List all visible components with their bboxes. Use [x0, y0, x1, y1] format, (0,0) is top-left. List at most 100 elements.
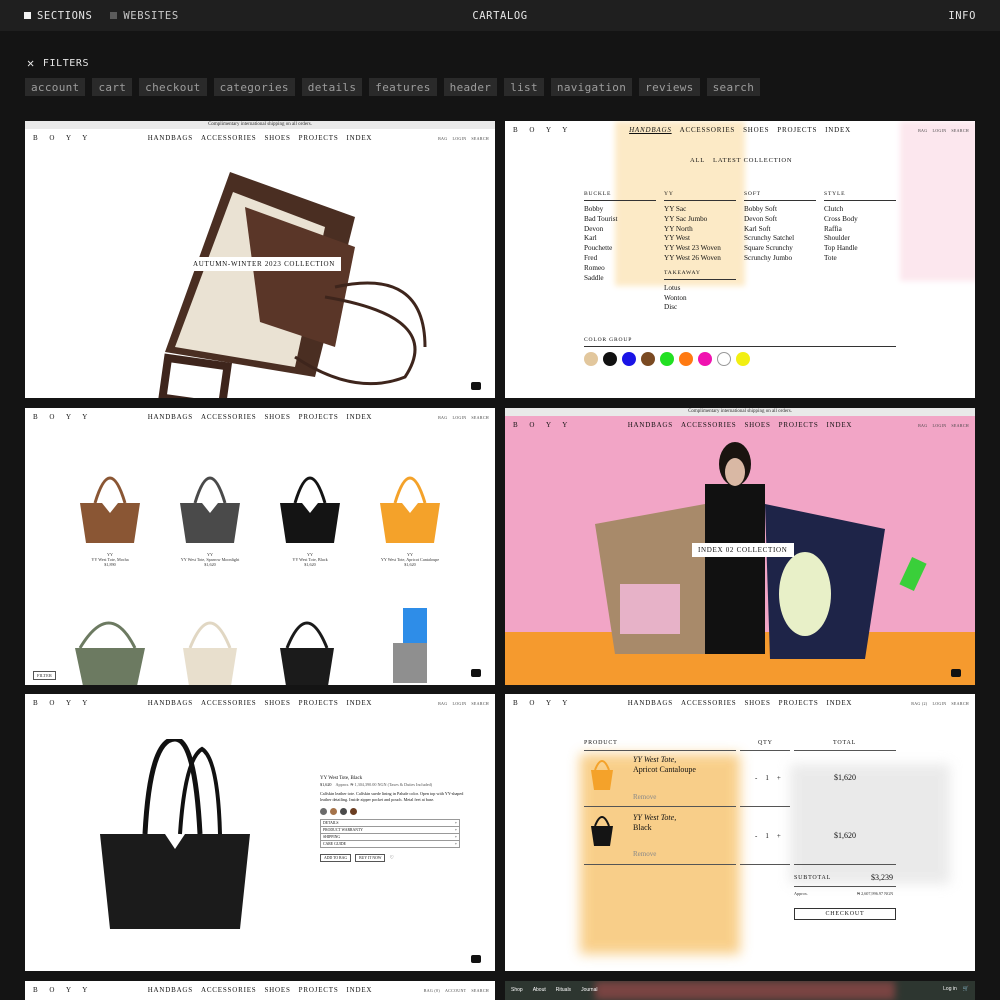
menu-item[interactable]: YY West 23 Woven — [664, 244, 736, 254]
color-swatch[interactable] — [736, 352, 750, 366]
nav-accessories[interactable]: ACCESSORIES — [201, 134, 256, 142]
menu-item[interactable]: Bad Tourist — [584, 215, 656, 225]
accordion-care[interactable]: CARE GUIDE + — [320, 841, 460, 849]
login-link[interactable]: LOGIN — [932, 701, 946, 706]
nav-index[interactable]: INDEX — [347, 699, 373, 707]
tab-all[interactable]: ALL — [690, 157, 705, 164]
menu-item[interactable]: Romeo — [584, 264, 656, 274]
color-option[interactable] — [320, 808, 327, 816]
menu-item[interactable]: Clutch — [824, 205, 896, 215]
screenshot-card[interactable]: B O Y Y HANDBAGS ACCESSORIES SHOES PROJE… — [505, 121, 975, 398]
menu-item[interactable]: Saddle — [584, 274, 656, 284]
add-to-bag-button[interactable]: ADD TO BAG — [320, 854, 352, 863]
color-swatch[interactable] — [641, 352, 655, 366]
menu-item[interactable]: Bobby — [584, 205, 656, 215]
chat-icon[interactable] — [471, 669, 481, 677]
nav-index[interactable]: INDEX — [347, 413, 373, 421]
login-link[interactable]: LOGIN — [932, 423, 946, 428]
account-link[interactable]: ACCOUNT — [445, 988, 466, 993]
nav-handbags[interactable]: HANDBAGS — [148, 134, 193, 142]
nav-index[interactable]: INDEX — [827, 421, 853, 429]
search-link[interactable]: SEARCH — [951, 128, 969, 133]
screenshot-card[interactable]: Complimentary international shipping on … — [25, 121, 495, 398]
filter-tag-header[interactable]: header — [443, 78, 498, 96]
nav-shoes[interactable]: SHOES — [744, 699, 770, 707]
nav-index[interactable]: INDEX — [827, 699, 853, 707]
screenshot-card[interactable]: B O Y Y HANDBAGS ACCESSORIES SHOES PROJE… — [25, 981, 495, 1000]
menu-item[interactable]: Square Scrunchy — [744, 244, 816, 254]
login-link[interactable]: Log in — [943, 986, 957, 992]
nav-accessories[interactable]: ACCESSORIES — [201, 699, 256, 707]
chat-icon[interactable] — [471, 955, 481, 963]
tab-latest[interactable]: LATEST COLLECTION — [713, 157, 792, 164]
menu-item[interactable]: Tote — [824, 254, 896, 264]
menu-item[interactable]: Karl — [584, 234, 656, 244]
nav-shoes[interactable]: SHOES — [264, 134, 290, 142]
websites-link[interactable]: WEBSITES — [110, 10, 178, 22]
bag-link[interactable]: BAG — [438, 701, 447, 706]
bag-link[interactable]: BAG — [918, 423, 927, 428]
search-link[interactable]: SEARCH — [471, 701, 489, 706]
checkout-button[interactable]: CHECKOUT — [794, 908, 896, 920]
nav-projects[interactable]: PROJECTS — [299, 413, 339, 421]
product-image[interactable] — [170, 458, 250, 548]
decrement-button[interactable]: - — [755, 832, 757, 840]
nav-handbags[interactable]: HANDBAGS — [628, 699, 673, 707]
collection-pill[interactable]: AUTUMN-WINTER 2023 COLLECTION — [187, 257, 342, 271]
search-link[interactable]: SEARCH — [471, 415, 489, 420]
filter-tag-reviews[interactable]: reviews — [639, 78, 700, 96]
product-caption[interactable]: YY YY West Tote, Black $1,620 — [260, 552, 360, 567]
menu-item[interactable]: Top Handle — [824, 244, 896, 254]
product-image[interactable] — [70, 458, 150, 548]
menu-item[interactable]: YY Sac Jumbo — [664, 215, 736, 225]
menu-item[interactable]: Devon Soft — [744, 215, 816, 225]
search-link[interactable]: SEARCH — [471, 136, 489, 141]
filters-title[interactable]: FILTERS — [43, 58, 89, 69]
close-icon[interactable]: ✕ — [27, 56, 35, 70]
screenshot-card[interactable]: B O Y Y HANDBAGS ACCESSORIES SHOES PROJE… — [25, 694, 495, 971]
search-link[interactable]: SEARCH — [951, 701, 969, 706]
nav-index[interactable]: INDEX — [825, 126, 851, 134]
increment-button[interactable]: + — [777, 774, 781, 782]
screenshot-card[interactable]: Shop About Rituals Journal Log in 🛒 — [505, 981, 975, 1000]
chat-icon[interactable] — [951, 669, 961, 677]
product-caption[interactable]: YY YY West Tote, Apricot Cantaloupe $1,6… — [360, 552, 460, 567]
menu-item[interactable]: Bobby Soft — [744, 205, 816, 215]
product-caption[interactable]: YY YY West Tote, Mocha $1,890 — [60, 552, 160, 567]
screenshot-card[interactable]: B O Y Y HANDBAGS ACCESSORIES SHOES PROJE… — [25, 408, 495, 685]
qty-value[interactable]: 1 — [765, 774, 769, 782]
menu-item[interactable]: Lotus — [664, 284, 736, 294]
accordion-warranty[interactable]: PRODUCT WARRANTY + — [320, 827, 460, 835]
qty-value[interactable]: 1 — [765, 832, 769, 840]
color-swatch[interactable] — [622, 352, 636, 366]
nav-accessories[interactable]: ACCESSORIES — [680, 126, 735, 134]
filter-tag-details[interactable]: details — [301, 78, 363, 96]
login-link[interactable]: LOGIN — [452, 136, 466, 141]
bag-link[interactable]: BAG — [438, 136, 447, 141]
color-swatch[interactable] — [660, 352, 674, 366]
filter-tag-cart[interactable]: cart — [92, 78, 133, 96]
nav-handbags[interactable]: HANDBAGS — [148, 699, 193, 707]
menu-item[interactable]: Karl Soft — [744, 225, 816, 235]
login-link[interactable]: LOGIN — [932, 128, 946, 133]
menu-item[interactable]: Pouchette — [584, 244, 656, 254]
nav-accessories[interactable]: ACCESSORIES — [681, 421, 736, 429]
color-swatch[interactable] — [679, 352, 693, 366]
color-option[interactable] — [350, 808, 357, 816]
color-swatch[interactable] — [584, 352, 598, 366]
accordion-shipping[interactable]: SHIPPING + — [320, 834, 460, 842]
nav-projects[interactable]: PROJECTS — [779, 699, 819, 707]
bag-link[interactable]: BAG — [918, 128, 927, 133]
nav-shoes[interactable]: SHOES — [264, 699, 290, 707]
color-swatch[interactable] — [603, 352, 617, 366]
menu-item[interactable]: YY Sac — [664, 205, 736, 215]
nav-rituals[interactable]: Rituals — [556, 987, 571, 993]
nav-accessories[interactable]: ACCESSORIES — [201, 413, 256, 421]
color-swatch[interactable] — [698, 352, 712, 366]
menu-item[interactable]: YY West — [664, 234, 736, 244]
color-swatch[interactable] — [717, 352, 731, 366]
menu-item[interactable]: Devon — [584, 225, 656, 235]
menu-item[interactable]: Scrunchy Jumbo — [744, 254, 816, 264]
increment-button[interactable]: + — [777, 832, 781, 840]
filter-button[interactable]: FILTER — [33, 671, 56, 680]
